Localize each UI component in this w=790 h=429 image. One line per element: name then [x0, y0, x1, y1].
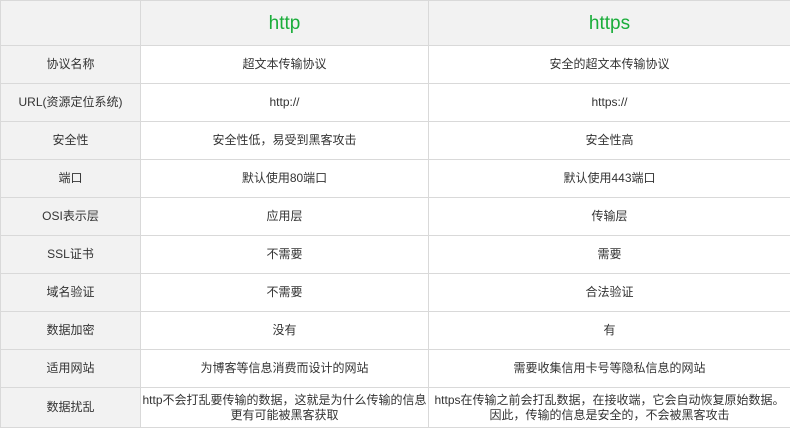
http-cell: 不需要: [140, 273, 429, 312]
https-cell: 安全性高: [428, 121, 790, 160]
row-label: 域名验证: [0, 273, 141, 312]
table-row: OSI表示层 应用层 传输层: [0, 197, 790, 236]
row-label: 安全性: [0, 121, 141, 160]
table-row: 数据加密 没有有: [0, 311, 790, 350]
row-label: OSI表示层: [0, 197, 141, 236]
header-http: http: [140, 0, 429, 46]
row-label: 适用网站: [0, 349, 141, 388]
table-row: 域名验证 不需要 合法验证: [0, 273, 790, 312]
row-label: 端口: [0, 159, 141, 198]
http-cell: 为博客等信息消费而设计的网站: [140, 349, 429, 388]
table-row: URL(资源定位系统) http://https://: [0, 83, 790, 122]
http-cell: 不需要: [140, 235, 429, 274]
http-cell: http://: [140, 83, 429, 122]
table-row: 协议名称 超文本传输协议 安全的超文本传输协议: [0, 45, 790, 84]
http-cell: 安全性低，易受到黑客攻击: [140, 121, 429, 160]
https-cell: https://: [428, 83, 790, 122]
https-cell: 默认使用443端口: [428, 159, 790, 198]
table-row: 安全性 安全性低，易受到黑客攻击 安全性高: [0, 121, 790, 160]
row-label: 数据扰乱: [0, 387, 141, 428]
header-https: https: [428, 0, 790, 46]
table-row: 适用网站 为博客等信息消费而设计的网站 需要收集信用卡号等隐私信息的网站: [0, 349, 790, 388]
https-cell: 传输层: [428, 197, 790, 236]
https-cell: 需要: [428, 235, 790, 274]
comparison-table: http https 协议名称 超文本传输协议 安全的超文本传输协议 URL(资源定位…: [0, 0, 790, 428]
http-cell: 没有: [140, 311, 429, 350]
https-cell: 有: [428, 311, 790, 350]
https-cell: https在传输之前会打乱数据，在接收端，它会自动恢复原始数据。因此，传输的信息…: [428, 387, 790, 428]
row-label: 协议名称: [0, 45, 141, 84]
table-row: 数据扰乱 http不会打乱要传输的数据，这就是为什么传输的信息更有可能被黑客获取 h…: [0, 387, 790, 428]
row-label: URL(资源定位系统): [0, 83, 141, 122]
table-row: 端口 默认使用80端口 默认使用443端口: [0, 159, 790, 198]
row-label: SSL证书: [0, 235, 141, 274]
row-label: 数据加密: [0, 311, 141, 350]
header-empty: [0, 0, 141, 46]
http-cell: 超文本传输协议: [140, 45, 429, 84]
https-cell: 合法验证: [428, 273, 790, 312]
http-cell: 默认使用80端口: [140, 159, 429, 198]
header-row: http https: [0, 0, 790, 46]
table-row: SSL证书 不需要 需要: [0, 235, 790, 274]
https-cell: 安全的超文本传输协议: [428, 45, 790, 84]
http-cell: 应用层: [140, 197, 429, 236]
https-cell: 需要收集信用卡号等隐私信息的网站: [428, 349, 790, 388]
http-cell: http不会打乱要传输的数据，这就是为什么传输的信息更有可能被黑客获取: [140, 387, 429, 428]
